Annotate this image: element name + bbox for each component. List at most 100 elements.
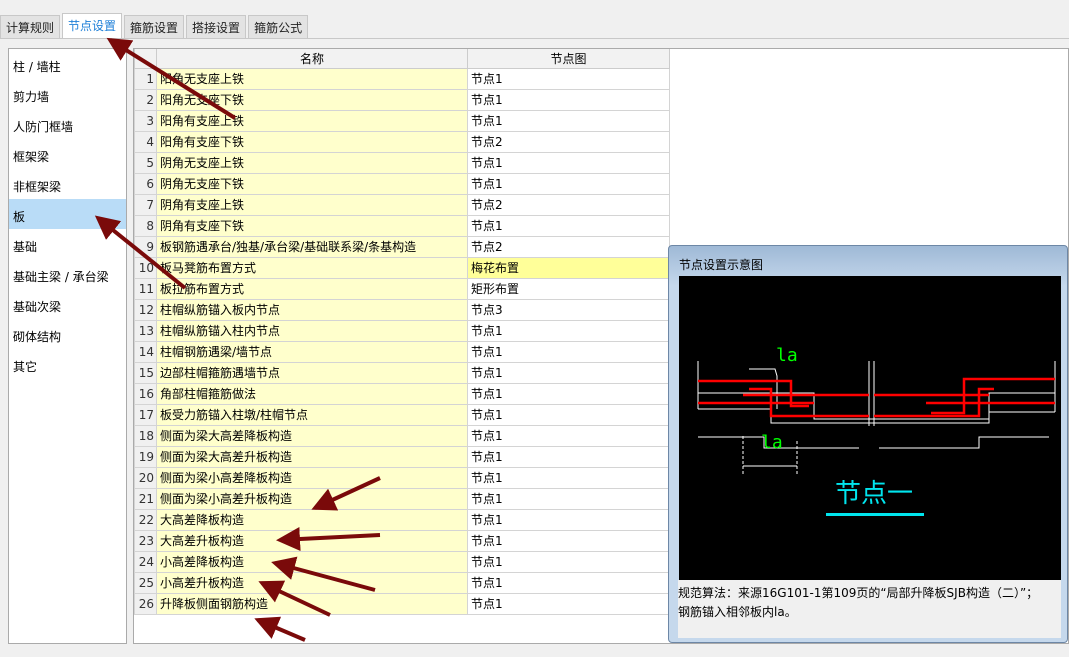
table-row[interactable]: 23 大高差升板构造 节点1 xyxy=(134,529,670,552)
column-header-node: 节点图 xyxy=(467,49,670,69)
table-row[interactable]: 22 大高差降板构造 节点1 xyxy=(134,508,670,531)
node-value[interactable]: 节点2 xyxy=(467,235,670,258)
row-number: 5 xyxy=(134,151,157,174)
table-row[interactable]: 2 阳角无支座下铁 节点1 xyxy=(134,88,670,111)
tab-4[interactable]: 箍筋公式 xyxy=(248,15,309,39)
table-row[interactable]: 13 柱帽纵筋锚入柱内节点 节点1 xyxy=(134,319,670,342)
table-row[interactable]: 8 阴角有支座下铁 节点1 xyxy=(134,214,670,237)
table-row[interactable]: 21 侧面为梁小高差升板构造 节点1 xyxy=(134,487,670,510)
diagram-label: 节点一 xyxy=(835,479,913,509)
table-row[interactable]: 24 小高差降板构造 节点1 xyxy=(134,550,670,573)
table-row[interactable]: 15 边部柱帽箍筋遇墙节点 节点1 xyxy=(134,361,670,384)
row-number: 2 xyxy=(134,88,157,111)
dim-label-bottom: la xyxy=(761,432,783,453)
sidebar-item[interactable]: 基础主梁 / 承台梁 xyxy=(9,259,126,289)
table-row[interactable]: 18 侧面为梁大高差降板构造 节点1 xyxy=(134,424,670,447)
setting-name: 柱帽钢筋遇梁/墙节点 xyxy=(156,340,468,363)
row-number: 26 xyxy=(134,592,157,615)
table-row[interactable]: 25 小高差升板构造 节点1 xyxy=(134,571,670,594)
table-row[interactable]: 14 柱帽钢筋遇梁/墙节点 节点1 xyxy=(134,340,670,363)
node-value[interactable]: 节点1 xyxy=(467,403,670,426)
table-row[interactable]: 7 阴角有支座上铁 节点2 xyxy=(134,193,670,216)
tab-0[interactable]: 计算规则 xyxy=(0,15,61,39)
node-value[interactable]: 节点1 xyxy=(467,424,670,447)
setting-name: 柱帽纵筋锚入柱内节点 xyxy=(156,319,468,342)
setting-name: 侧面为梁大高差升板构造 xyxy=(156,445,468,468)
sidebar-item[interactable]: 基础 xyxy=(9,229,126,259)
node-value[interactable]: 节点3 xyxy=(467,298,670,321)
table-row[interactable]: 17 板受力筋锚入柱墩/柱帽节点 节点1 xyxy=(134,403,670,426)
node-value[interactable]: 节点1 xyxy=(467,214,670,237)
sidebar-item[interactable]: 板 xyxy=(9,199,126,229)
table-row[interactable]: 16 角部柱帽箍筋做法 节点1 xyxy=(134,382,670,405)
node-diagram-panel: 节点设置示意图 la la 节点一 规范算法：来源16G101-1第109页的“… xyxy=(668,245,1068,643)
sidebar-item[interactable]: 柱 / 墙柱 xyxy=(9,49,126,79)
setting-name: 板钢筋遇承台/独基/承台梁/基础联系梁/条基构造 xyxy=(156,235,468,258)
row-number: 6 xyxy=(134,172,157,195)
row-number: 11 xyxy=(134,277,157,300)
node-value[interactable]: 节点1 xyxy=(467,529,670,552)
node-value[interactable]: 节点1 xyxy=(467,88,670,111)
node-value[interactable]: 节点1 xyxy=(467,466,670,489)
table-row[interactable]: 6 阴角无支座下铁 节点1 xyxy=(134,172,670,195)
node-value[interactable]: 节点1 xyxy=(467,109,670,132)
node-value[interactable]: 节点1 xyxy=(467,550,670,573)
node-value[interactable]: 节点1 xyxy=(467,487,670,510)
tab-3[interactable]: 搭接设置 xyxy=(186,15,247,39)
node-diagram: la la 节点一 xyxy=(679,276,1061,580)
table-row[interactable]: 5 阴角无支座上铁 节点1 xyxy=(134,151,670,174)
row-number: 24 xyxy=(134,550,157,573)
sidebar-item[interactable]: 基础次梁 xyxy=(9,289,126,319)
table-row[interactable]: 10 板马凳筋布置方式 梅花布置 xyxy=(134,256,670,279)
setting-name: 阳角有支座上铁 xyxy=(156,109,468,132)
node-value[interactable]: 节点2 xyxy=(467,130,670,153)
row-number-header xyxy=(134,49,157,69)
table-row[interactable]: 11 板拉筋布置方式 矩形布置 xyxy=(134,277,670,300)
table-row[interactable]: 20 侧面为梁小高差降板构造 节点1 xyxy=(134,466,670,489)
table-row[interactable]: 26 升降板侧面钢筋构造 节点1 xyxy=(134,592,670,615)
dim-label-top: la xyxy=(776,345,798,366)
node-value[interactable]: 节点1 xyxy=(467,340,670,363)
setting-name: 阳角无支座上铁 xyxy=(156,67,468,90)
setting-name: 板马凳筋布置方式 xyxy=(156,256,468,279)
sidebar-item[interactable]: 其它 xyxy=(9,349,126,379)
node-value[interactable]: 节点1 xyxy=(467,151,670,174)
sidebar-item[interactable]: 框架梁 xyxy=(9,139,126,169)
node-value[interactable]: 矩形布置 xyxy=(467,277,670,300)
node-value[interactable]: 节点1 xyxy=(467,361,670,384)
node-value[interactable]: 梅花布置 xyxy=(467,256,670,279)
node-value[interactable]: 节点1 xyxy=(467,67,670,90)
node-value[interactable]: 节点1 xyxy=(467,172,670,195)
node-value[interactable]: 节点1 xyxy=(467,445,670,468)
tab-1[interactable]: 节点设置 xyxy=(62,13,123,39)
sidebar-item[interactable]: 非框架梁 xyxy=(9,169,126,199)
setting-name: 柱帽纵筋锚入板内节点 xyxy=(156,298,468,321)
sidebar-item[interactable]: 剪力墙 xyxy=(9,79,126,109)
row-number: 14 xyxy=(134,340,157,363)
setting-name: 大高差降板构造 xyxy=(156,508,468,531)
node-value[interactable]: 节点2 xyxy=(467,193,670,216)
table-row[interactable]: 4 阳角有支座下铁 节点2 xyxy=(134,130,670,153)
rule-description-line: 规范算法：来源16G101-1第109页的“局部升降板SJB构造（二）”； xyxy=(678,586,1039,600)
setting-name: 大高差升板构造 xyxy=(156,529,468,552)
node-value[interactable]: 节点1 xyxy=(467,592,670,615)
sidebar-item[interactable]: 人防门框墙 xyxy=(9,109,126,139)
node-value[interactable]: 节点1 xyxy=(467,508,670,531)
node-value[interactable]: 节点1 xyxy=(467,571,670,594)
node-value[interactable]: 节点1 xyxy=(467,319,670,342)
sidebar-item[interactable]: 砌体结构 xyxy=(9,319,126,349)
column-header-name: 名称 xyxy=(156,49,468,69)
row-number: 19 xyxy=(134,445,157,468)
tab-2[interactable]: 箍筋设置 xyxy=(124,15,185,39)
table-row[interactable]: 3 阳角有支座上铁 节点1 xyxy=(134,109,670,132)
setting-name: 阳角无支座下铁 xyxy=(156,88,468,111)
category-list: 柱 / 墙柱 剪力墙 人防门框墙 框架梁 非框架梁板基础 基础主梁 / 承台梁 基础次梁 砌体… xyxy=(8,48,127,644)
table-row[interactable]: 19 侧面为梁大高差升板构造 节点1 xyxy=(134,445,670,468)
table-row[interactable]: 12 柱帽纵筋锚入板内节点 节点3 xyxy=(134,298,670,321)
table-row[interactable]: 1 阳角无支座上铁 节点1 xyxy=(134,67,670,90)
row-number: 25 xyxy=(134,571,157,594)
node-value[interactable]: 节点1 xyxy=(467,382,670,405)
row-number: 9 xyxy=(134,235,157,258)
table-row[interactable]: 9 板钢筋遇承台/独基/承台梁/基础联系梁/条基构造 节点2 xyxy=(134,235,670,258)
setting-name: 侧面为梁小高差降板构造 xyxy=(156,466,468,489)
